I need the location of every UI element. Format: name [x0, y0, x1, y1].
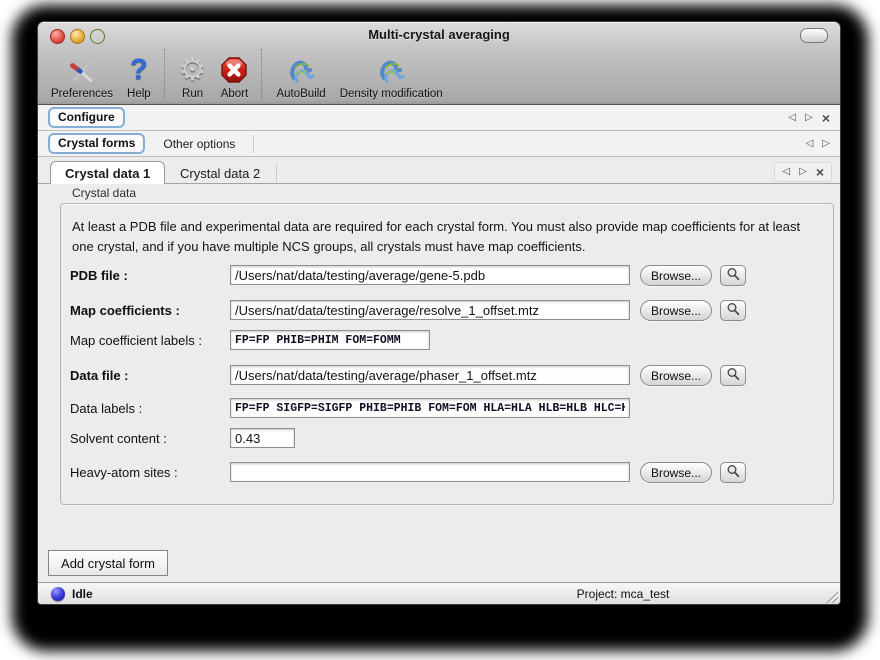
- status-sphere-icon: [51, 587, 65, 601]
- resize-grip[interactable]: [825, 590, 838, 603]
- pdb-file-input[interactable]: [230, 265, 630, 285]
- run-gear-icon: ⚙: [179, 53, 207, 87]
- window-header: Multi-crystal averaging Preference: [38, 22, 840, 105]
- crystal-data-tabbar: Crystal data 1 Crystal data 2 ◁ ▷ ×: [38, 161, 840, 184]
- tab-divider: [276, 164, 277, 182]
- scroll-right-icon[interactable]: ▷: [805, 112, 813, 124]
- map-coefficient-labels-input[interactable]: [230, 330, 430, 350]
- tabbar-controls: ◁ ▷ ×: [774, 162, 832, 182]
- scroll-right-icon[interactable]: ▷: [799, 166, 807, 178]
- pdb-browse-button[interactable]: Browse...: [640, 265, 712, 286]
- toolbar-label: Run: [182, 88, 203, 100]
- solvent-content-label: Solvent content :: [70, 431, 167, 446]
- toolbar: Preferences ? Help ⚙ Run: [44, 48, 450, 102]
- toolbar-item-autobuild[interactable]: AutoBuild: [269, 48, 332, 100]
- data-labels-input[interactable]: [230, 398, 630, 418]
- app-window: Multi-crystal averaging Preference: [38, 22, 840, 604]
- form-description: At least a PDB file and experimental dat…: [72, 217, 814, 256]
- map-coefficients-inspect-button[interactable]: [720, 300, 746, 321]
- magnifier-icon: [726, 302, 740, 319]
- toolbar-label: Preferences: [51, 88, 113, 100]
- map-coefficients-browse-button[interactable]: Browse...: [640, 300, 712, 321]
- toolbar-label: Help: [127, 88, 151, 100]
- tab-crystal-forms[interactable]: Crystal forms: [48, 133, 145, 154]
- map-coefficients-input[interactable]: [230, 300, 630, 320]
- tab-row-controls: ◁ ▷ ×: [788, 112, 830, 124]
- magnifier-icon: [726, 367, 740, 384]
- add-crystal-form-button[interactable]: Add crystal form: [48, 550, 168, 576]
- close-tab-icon[interactable]: ×: [822, 112, 830, 124]
- options-tab-row: Crystal forms Other options ◁ ▷: [38, 131, 840, 157]
- data-file-label: Data file :: [70, 368, 129, 383]
- tab-row-controls: ◁ ▷: [806, 138, 830, 150]
- status-state-text: Idle: [72, 587, 93, 601]
- heavy-atom-sites-label: Heavy-atom sites :: [70, 465, 178, 480]
- heavy-atom-sites-input[interactable]: [230, 462, 630, 482]
- tab-crystal-data-1[interactable]: Crystal data 1: [50, 161, 165, 184]
- preferences-tools-icon: [67, 53, 97, 87]
- scroll-left-icon[interactable]: ◁: [788, 112, 796, 124]
- density-modification-protein-icon: [374, 53, 408, 87]
- configure-tab-row: Configure ◁ ▷ ×: [38, 105, 840, 131]
- tab-crystal-data-2[interactable]: Crystal data 2: [166, 162, 274, 184]
- toolbar-item-abort[interactable]: Abort: [213, 48, 255, 100]
- map-coefficients-label: Map coefficients :: [70, 303, 180, 318]
- help-question-icon: ?: [130, 53, 148, 87]
- data-file-browse-button[interactable]: Browse...: [640, 365, 712, 386]
- autobuild-protein-icon: [284, 53, 318, 87]
- toolbar-label: Abort: [221, 88, 249, 100]
- toolbar-item-help[interactable]: ? Help: [120, 48, 158, 100]
- solvent-content-input[interactable]: [230, 428, 295, 448]
- status-bar: Idle Project: mca_test: [38, 582, 840, 604]
- magnifier-icon: [726, 267, 740, 284]
- map-coefficient-labels-label: Map coefficient labels :: [70, 333, 202, 348]
- tab-configure[interactable]: Configure: [48, 107, 125, 128]
- toolbar-label: Density modification: [340, 88, 443, 100]
- close-tab-icon[interactable]: ×: [816, 166, 824, 178]
- data-file-input[interactable]: [230, 365, 630, 385]
- toolbar-item-preferences[interactable]: Preferences: [44, 48, 120, 100]
- heavy-atom-sites-inspect-button[interactable]: [720, 462, 746, 483]
- scroll-right-icon[interactable]: ▷: [822, 138, 830, 150]
- screenshot-stage: Multi-crystal averaging Preference: [0, 0, 880, 660]
- status-project-text: Project: mca_test: [508, 587, 738, 601]
- pdb-inspect-button[interactable]: [720, 265, 746, 286]
- toolbar-toggle-lozenge[interactable]: [800, 28, 828, 43]
- abort-stop-icon: [220, 53, 248, 87]
- magnifier-icon: [726, 464, 740, 481]
- toolbar-item-run[interactable]: ⚙ Run: [172, 48, 214, 100]
- tab-divider: [253, 135, 254, 153]
- pdb-file-label: PDB file :: [70, 268, 128, 283]
- toolbar-item-density-modification[interactable]: Density modification: [333, 48, 450, 100]
- heavy-atom-sites-browse-button[interactable]: Browse...: [640, 462, 712, 483]
- toolbar-label: AutoBuild: [276, 88, 325, 100]
- scroll-left-icon[interactable]: ◁: [806, 138, 814, 150]
- toolbar-separator: [164, 49, 166, 99]
- scroll-left-icon[interactable]: ◁: [782, 166, 790, 178]
- group-title: Crystal data: [72, 186, 136, 200]
- data-labels-label: Data labels :: [70, 401, 142, 416]
- data-file-inspect-button[interactable]: [720, 365, 746, 386]
- tab-other-options[interactable]: Other options: [159, 135, 239, 153]
- titlebar[interactable]: Multi-crystal averaging: [38, 22, 840, 46]
- toolbar-separator: [261, 49, 263, 99]
- window-title: Multi-crystal averaging: [38, 27, 840, 42]
